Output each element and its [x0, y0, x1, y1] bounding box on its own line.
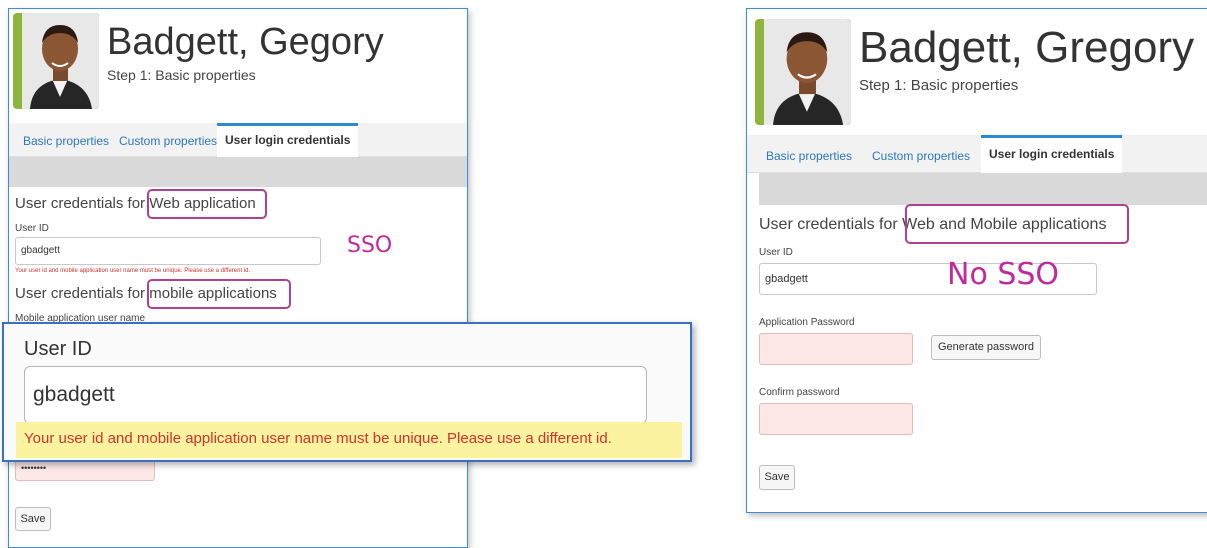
- user-avatar: [755, 19, 851, 125]
- step-subtitle: Step 1: Basic properties: [107, 67, 256, 83]
- sso-annotation: SSO: [347, 233, 393, 258]
- step-subtitle: Step 1: Basic properties: [859, 77, 1019, 94]
- right-user-panel: Badgett, Gregory Step 1: Basic propertie…: [746, 8, 1207, 513]
- tab-content-header-bar: [9, 157, 467, 187]
- person-photo-icon: [22, 13, 99, 109]
- user-id-zoom-callout: User ID gbadgett Your user id and mobile…: [2, 322, 692, 462]
- confirm-password-label: Confirm password: [759, 387, 840, 398]
- tab-bar: Basic properties Custom properties User …: [747, 135, 1207, 173]
- user-name-title: Badgett, Gegory: [107, 21, 384, 63]
- tab-custom-properties[interactable]: Custom properties: [872, 149, 970, 163]
- tab-content-header-bar: [759, 173, 1207, 205]
- user-avatar: [13, 13, 99, 109]
- tab-bar: Basic properties Custom properties User …: [9, 123, 467, 157]
- application-password-label: Application Password: [759, 317, 855, 328]
- tab-basic-properties[interactable]: Basic properties: [766, 149, 852, 163]
- person-photo-icon: [764, 19, 851, 125]
- user-id-input[interactable]: gbadgett: [15, 237, 321, 265]
- confirm-password-input[interactable]: [759, 403, 913, 435]
- save-button[interactable]: Save: [759, 465, 795, 490]
- web-and-mobile-highlight: [905, 204, 1129, 244]
- tab-user-login-credentials[interactable]: User login credentials: [217, 123, 359, 157]
- credentials-prefix: User credentials for: [759, 216, 898, 233]
- web-application-highlight: [147, 189, 267, 219]
- user-id-label: User ID: [15, 223, 49, 234]
- left-user-panel: Badgett, Gegory Step 1: Basic properties…: [8, 8, 468, 548]
- user-id-error-message: Your user id and mobile application user…: [15, 268, 251, 274]
- application-password-input[interactable]: [759, 333, 913, 365]
- tab-custom-properties[interactable]: Custom properties: [119, 134, 217, 148]
- mobile-credentials-prefix: User credentials for: [15, 285, 146, 302]
- tab-basic-properties[interactable]: Basic properties: [23, 134, 109, 148]
- tab-user-login-credentials[interactable]: User login credentials: [981, 135, 1123, 173]
- zoom-user-id-label: User ID: [24, 338, 92, 360]
- save-button[interactable]: Save: [15, 507, 51, 531]
- mobile-applications-highlight: [147, 279, 291, 309]
- no-sso-annotation: No SSO: [947, 257, 1060, 292]
- zoom-error-message: Your user id and mobile application user…: [24, 430, 612, 447]
- user-name-title: Badgett, Gregory: [859, 23, 1195, 72]
- web-credentials-prefix: User credentials for: [15, 195, 146, 212]
- generate-password-button[interactable]: Generate password: [931, 335, 1041, 360]
- zoom-user-id-input[interactable]: gbadgett: [24, 366, 647, 424]
- user-id-label: User ID: [759, 247, 793, 258]
